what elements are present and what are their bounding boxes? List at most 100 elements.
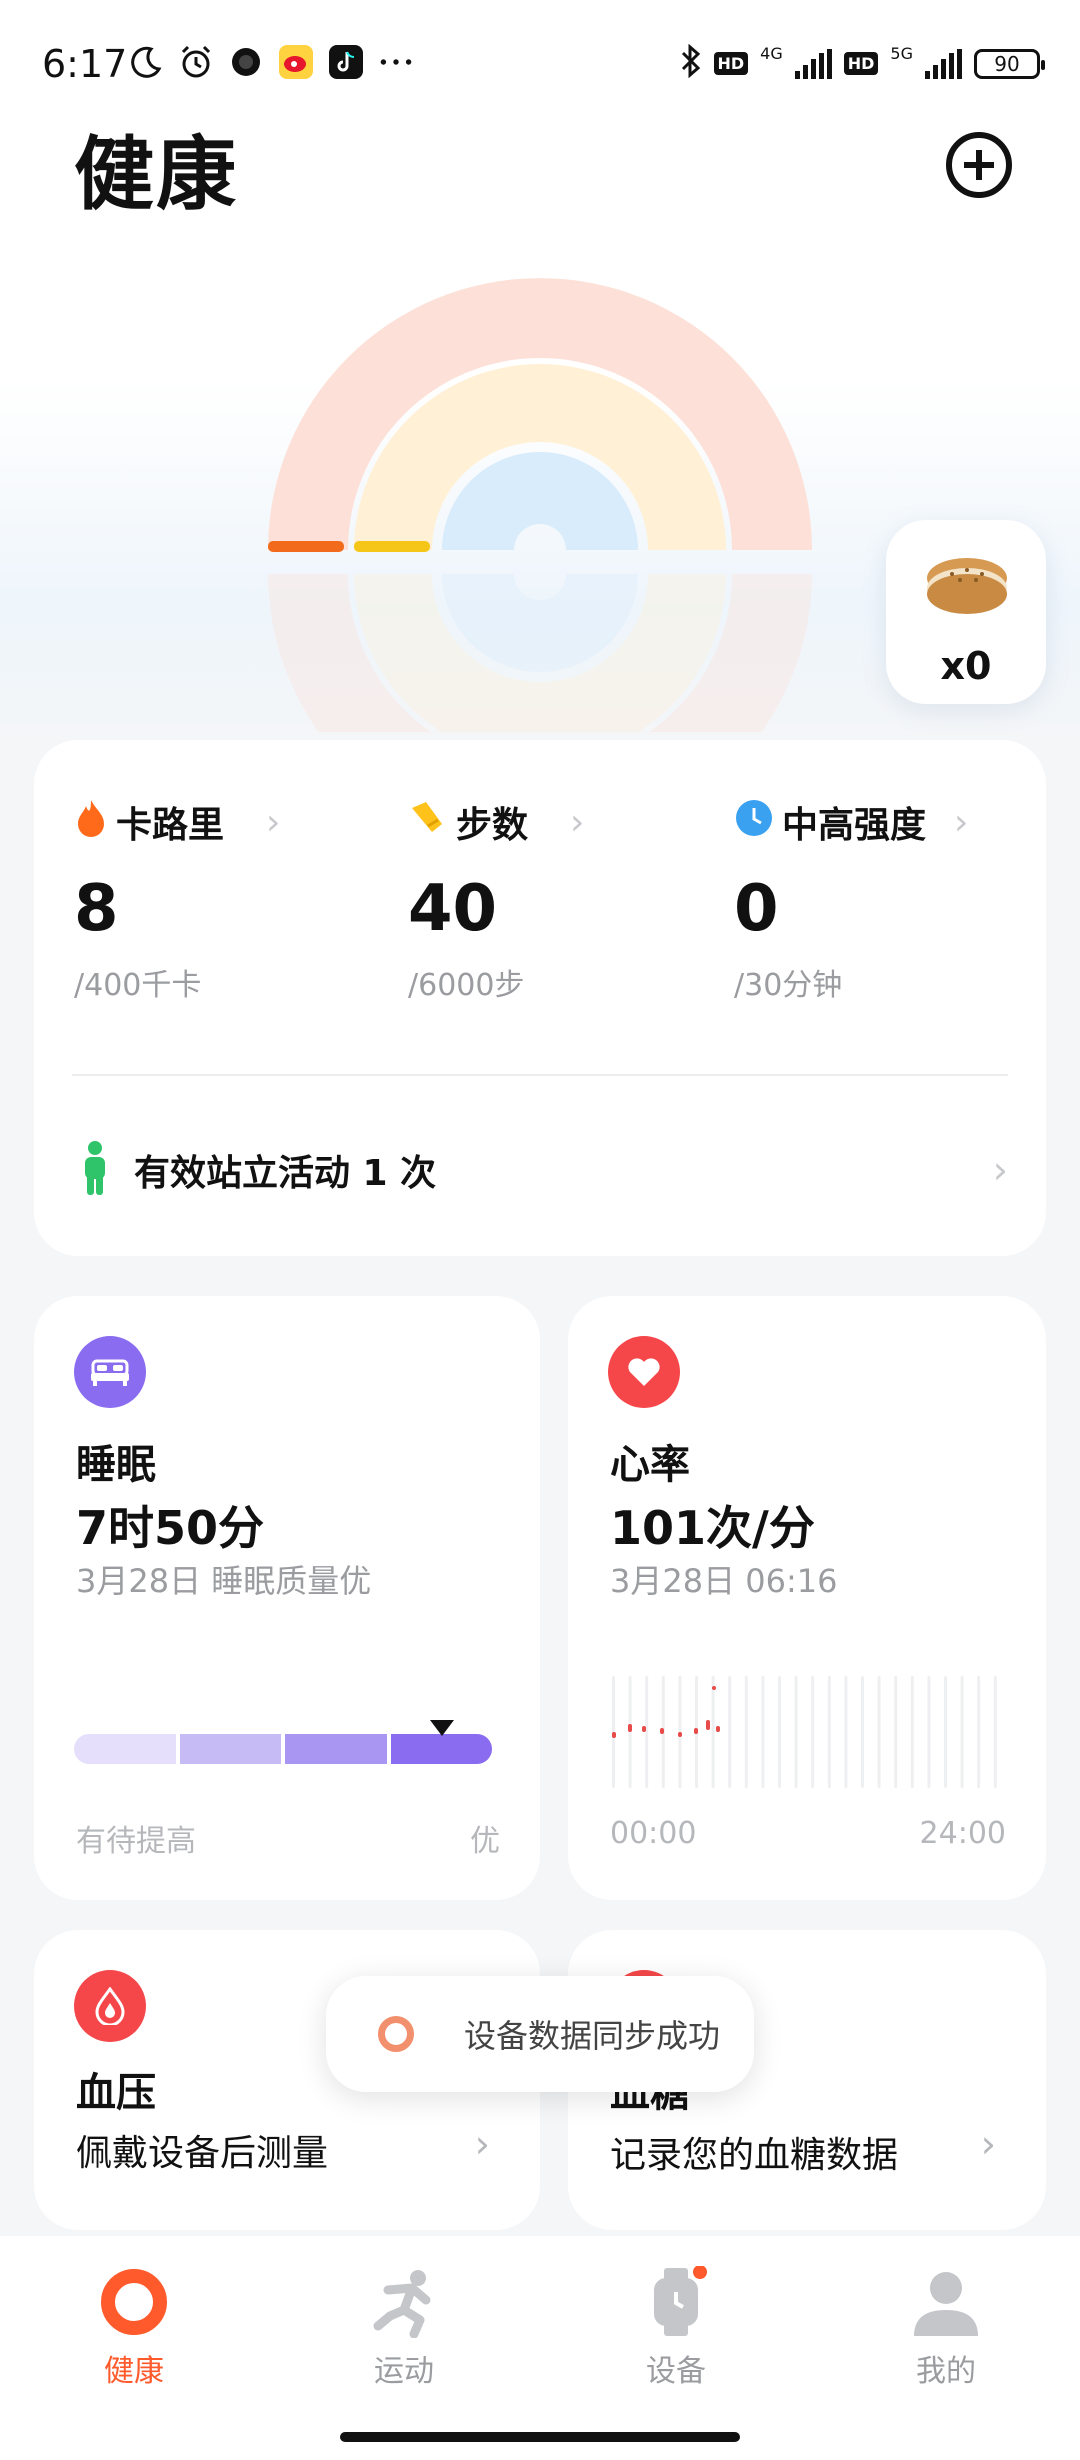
- tiktok-icon: [328, 44, 364, 80]
- sleep-duration: 7时50分: [76, 1501, 265, 1555]
- steps-progress: [354, 541, 430, 552]
- heart-rate-mark: [712, 1686, 716, 1690]
- sync-toast: 设备数据同步成功: [326, 1976, 754, 2092]
- chart-grid-bar: [944, 1676, 947, 1788]
- battery-icon: 90: [974, 48, 1045, 79]
- chart-grid-bar: [761, 1676, 765, 1788]
- chart-grid-bar: [960, 1676, 964, 1788]
- reward-card[interactable]: x0: [886, 520, 1046, 704]
- chart-grid-bar: [711, 1676, 715, 1788]
- calorie-progress: [268, 541, 344, 552]
- flame-icon: [74, 798, 108, 847]
- chart-grid-bar: [645, 1676, 649, 1788]
- metric-value: 8: [74, 872, 119, 946]
- nav-label: 健康: [104, 2354, 164, 2389]
- running-person-icon: [368, 2266, 440, 2339]
- bottom-navigation: 健康 运动 设备 我的: [0, 2236, 1080, 2460]
- heart-rate-card[interactable]: 心率 101次/分 3月28日 06:16 00:00 24:00: [568, 1296, 1046, 1900]
- chart-grid-bar: [778, 1676, 781, 1788]
- more-icon: [378, 44, 414, 80]
- chart-grid-bar: [827, 1676, 831, 1788]
- sleep-summary: 3月28日 睡眠质量优: [76, 1562, 372, 1600]
- chart-grid-bar: [728, 1676, 732, 1788]
- chevron-right-icon: ›: [570, 801, 585, 843]
- page-title: 健康: [74, 128, 238, 221]
- chevron-right-icon: ›: [992, 1148, 1008, 1192]
- nav-tab-profile[interactable]: 我的: [866, 2266, 1026, 2390]
- nav-label: 我的: [916, 2354, 976, 2389]
- standing-person-icon: [80, 1141, 110, 1199]
- add-button[interactable]: [946, 132, 1012, 198]
- chart-grid-bar: [794, 1676, 798, 1788]
- chart-grid-bar: [612, 1676, 615, 1788]
- nav-label: 运动: [374, 2354, 434, 2389]
- notification-icons: [128, 44, 414, 80]
- metric-value: 40: [408, 872, 498, 946]
- health-ring-icon: [98, 2266, 170, 2338]
- chart-grid-bar: [910, 1676, 914, 1788]
- alarm-icon: [178, 44, 214, 80]
- person-icon: [910, 2266, 982, 2338]
- intensity-arc: [442, 452, 638, 550]
- chevron-right-icon: ›: [266, 801, 281, 843]
- chevron-right-icon: ›: [474, 2122, 490, 2166]
- chart-grid-bar: [877, 1676, 881, 1788]
- card-description: 佩戴设备后测量: [76, 2133, 329, 2174]
- chevron-right-icon: ›: [980, 2122, 996, 2166]
- weibo-icon: [278, 44, 314, 80]
- metric-goal: /30分钟: [734, 968, 843, 1003]
- metric-intensity[interactable]: 中高强度 › 0 /30分钟: [734, 796, 1034, 1004]
- heart-rate-mark: [706, 1720, 710, 1730]
- nav-tab-device[interactable]: 设备: [596, 2265, 756, 2390]
- activity-rainbow[interactable]: [262, 272, 818, 732]
- hd-badge: HD: [843, 52, 879, 75]
- heart-rate-mark: [678, 1732, 682, 1737]
- heart-rate-mark: [694, 1728, 698, 1734]
- reward-count: x0: [940, 644, 992, 688]
- metric-label: 中高强度: [782, 805, 927, 846]
- axis-label-right: 优: [470, 1824, 500, 1859]
- home-indicator[interactable]: [340, 2432, 740, 2442]
- nav-tab-health[interactable]: 健康: [54, 2266, 214, 2390]
- status-time: 6:17: [42, 42, 128, 86]
- axis-label-left: 有待提高: [76, 1824, 196, 1859]
- chart-grid-bar: [678, 1676, 682, 1788]
- metric-label: 卡路里: [116, 805, 225, 846]
- sleep-card[interactable]: 睡眠 7时50分 3月28日 睡眠质量优 有待提高 优: [34, 1296, 540, 1900]
- watch-icon: [640, 2265, 712, 2338]
- metric-value: 0: [734, 872, 779, 946]
- moon-icon: [128, 44, 164, 80]
- card-title: 睡眠: [76, 1442, 156, 1488]
- heart-icon: [608, 1336, 680, 1408]
- chart-grid-bar: [927, 1676, 931, 1788]
- card-title: 心率: [610, 1442, 690, 1488]
- card-title: 血压: [76, 2070, 156, 2116]
- axis-label-right: 24:00: [919, 1816, 1006, 1851]
- chart-grid-bar: [744, 1676, 748, 1788]
- blood-drop-icon: [74, 1970, 146, 2042]
- record-icon: [228, 44, 264, 80]
- hd-badge: HD: [713, 52, 749, 75]
- bluetooth-icon: [680, 43, 702, 83]
- metric-calories[interactable]: 卡路里 › 8 /400千卡: [74, 796, 374, 1004]
- heart-rate-mark: [612, 1732, 616, 1738]
- cookie-icon: [927, 558, 1007, 614]
- bed-icon: [74, 1336, 146, 1408]
- network-type: 5G: [890, 44, 913, 63]
- nav-label: 设备: [646, 2354, 706, 2389]
- card-description: 记录您的血糖数据: [610, 2135, 899, 2176]
- heart-rate-mark: [716, 1726, 720, 1732]
- signal-icon: [925, 48, 962, 79]
- sync-status-icon: [378, 2016, 414, 2052]
- metric-goal: /6000步: [408, 968, 525, 1003]
- signal-icon: [794, 48, 832, 79]
- divider: [72, 1074, 1008, 1076]
- metric-steps[interactable]: 步数 › 40 /6000步: [408, 796, 708, 1004]
- nav-tab-workout[interactable]: 运动: [324, 2266, 484, 2390]
- activity-card[interactable]: 卡路里 › 8 /400千卡 步数 › 40 /6000步 中高强度 › 0 /…: [34, 740, 1046, 1256]
- stand-activity-text: 有效站立活动 1 次: [134, 1153, 437, 1194]
- chart-grid-bar: [894, 1676, 898, 1788]
- chart-grid-bar: [977, 1676, 981, 1788]
- stand-activity-row[interactable]: 有效站立活动 1 次 ›: [80, 1140, 1008, 1200]
- heart-rate-value: 101次/分: [610, 1501, 815, 1555]
